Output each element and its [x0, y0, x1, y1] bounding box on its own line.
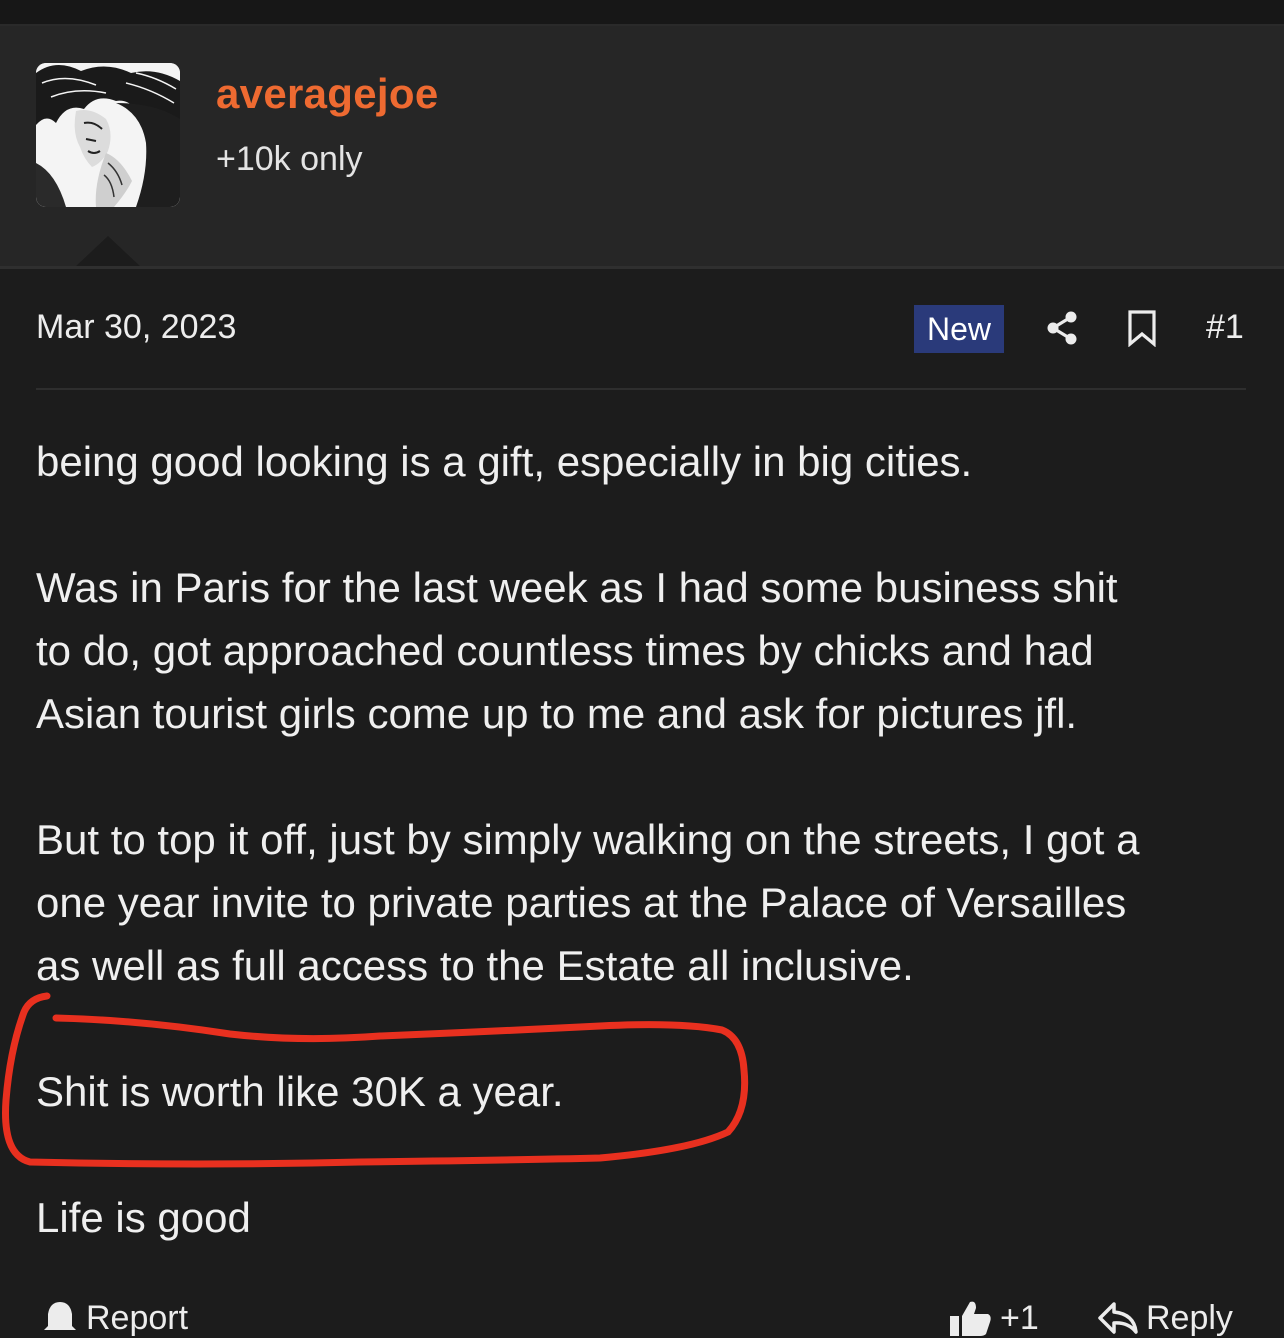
post-paragraph: Asian tourist girls come up to me and as…	[36, 690, 1078, 737]
avatar[interactable]	[36, 63, 180, 207]
top-bar	[0, 0, 1284, 26]
username[interactable]: averagejoe	[216, 70, 438, 118]
post-paragraph: But to top it off, just by simply walkin…	[36, 816, 1140, 863]
post-paragraph: as well as full access to the Estate all…	[36, 942, 914, 989]
reply-button[interactable]: Reply	[1096, 1298, 1233, 1338]
thumbs-up-icon	[950, 1301, 991, 1336]
post-paragraph: Life is good	[36, 1194, 251, 1241]
meta-divider	[36, 388, 1246, 390]
post-paragraph: being good looking is a gift, especially…	[36, 438, 973, 485]
bell-icon	[44, 1302, 76, 1330]
post-paragraph: to do, got approached countless times by…	[36, 627, 1094, 674]
reply-label: Reply	[1146, 1298, 1233, 1337]
reply-icon	[1098, 1302, 1138, 1334]
bookmark-icon[interactable]	[1122, 306, 1162, 350]
post-user-header	[0, 26, 1284, 268]
header-divider	[0, 266, 1284, 269]
report-label: Report	[86, 1298, 189, 1337]
header-pointer	[74, 236, 142, 268]
red-circle-annotation	[2, 992, 749, 1168]
report-button[interactable]: Report	[40, 1298, 188, 1338]
post-date[interactable]: Mar 30, 2023	[36, 308, 236, 347]
share-icon[interactable]	[1042, 306, 1082, 350]
avatar-image	[36, 63, 180, 207]
reaction-button[interactable]: +1	[948, 1298, 1039, 1338]
post-permalink[interactable]: #1	[1206, 308, 1244, 347]
user-title: +10k only	[216, 140, 363, 178]
reaction-count: +1	[1000, 1298, 1039, 1337]
post-paragraph: one year invite to private parties at th…	[36, 879, 1127, 926]
new-badge: New	[914, 305, 1004, 353]
post-paragraph: Was in Paris for the last week as I had …	[36, 564, 1118, 611]
